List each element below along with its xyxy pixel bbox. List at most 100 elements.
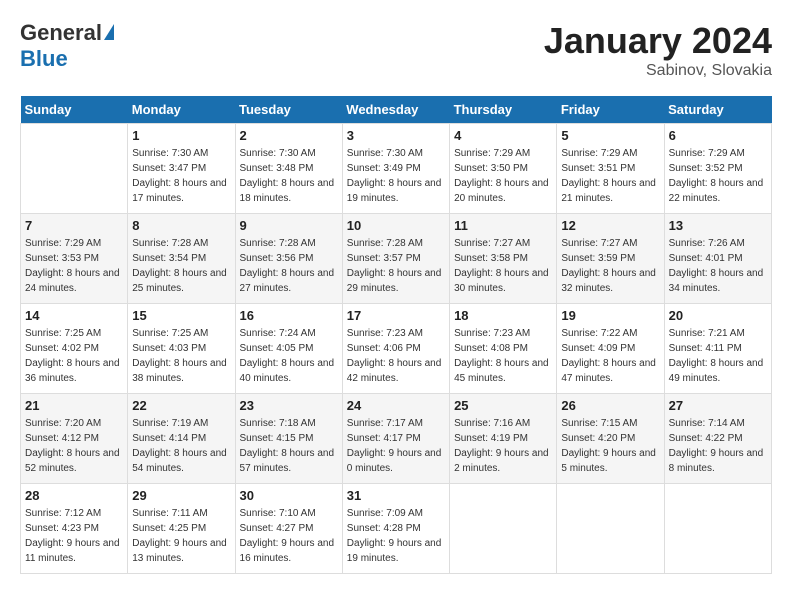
calendar-cell: 11Sunrise: 7:27 AMSunset: 3:58 PMDayligh… — [450, 214, 557, 304]
day-number: 16 — [240, 308, 338, 323]
calendar-cell: 15 Sunrise: 7:25 AMSunset: 4:03 PMDayligh… — [128, 304, 235, 394]
day-info: Sunrise: 7:17 AMSunset: 4:17 PMDaylight:… — [347, 416, 445, 476]
day-number: 3 — [347, 128, 445, 143]
day-number: 10 — [347, 218, 445, 233]
calendar-cell: 10 Sunrise: 7:28 AMSunset: 3:57 PMDayligh… — [342, 214, 449, 304]
day-info: Sunrise: 7:29 AMSunset: 3:53 PMDaylight:… — [25, 236, 123, 296]
day-number: 6 — [669, 128, 767, 143]
logo-blue-text: Blue — [20, 46, 68, 72]
calendar-cell: 13Sunrise: 7:26 AMSunset: 4:01 PMDayligh… — [664, 214, 771, 304]
day-number: 26 — [561, 398, 659, 413]
day-number: 28 — [25, 488, 123, 503]
title-block: January 2024 Sabinov, Slovakia — [544, 20, 772, 80]
day-number: 12 — [561, 218, 659, 233]
day-number: 18 — [454, 308, 552, 323]
calendar-cell: 14 Sunrise: 7:25 AMSunset: 4:02 PMDayligh… — [21, 304, 128, 394]
header-day-tuesday: Tuesday — [235, 96, 342, 124]
day-info: Sunrise: 7:15 AMSunset: 4:20 PMDaylight:… — [561, 416, 659, 476]
day-number: 11 — [454, 218, 552, 233]
day-info: Sunrise: 7:25 AMSunset: 4:02 PMDaylight:… — [25, 326, 123, 386]
day-info: Sunrise: 7:09 AMSunset: 4:28 PMDaylight:… — [347, 506, 445, 566]
day-number: 19 — [561, 308, 659, 323]
day-info: Sunrise: 7:28 AMSunset: 3:54 PMDaylight:… — [132, 236, 230, 296]
day-info: Sunrise: 7:21 AMSunset: 4:11 PMDaylight:… — [669, 326, 767, 386]
week-row-2: 14 Sunrise: 7:25 AMSunset: 4:02 PMDayligh… — [21, 304, 772, 394]
day-number: 25 — [454, 398, 552, 413]
day-number: 23 — [240, 398, 338, 413]
week-row-0: 1 Sunrise: 7:30 AMSunset: 3:47 PMDaylight… — [21, 124, 772, 214]
logo: General Blue — [20, 20, 114, 72]
day-number: 31 — [347, 488, 445, 503]
calendar-cell: 4 Sunrise: 7:29 AMSunset: 3:50 PMDaylight… — [450, 124, 557, 214]
calendar-cell — [664, 484, 771, 574]
calendar-cell: 26 Sunrise: 7:15 AMSunset: 4:20 PMDayligh… — [557, 394, 664, 484]
calendar-cell: 18Sunrise: 7:23 AMSunset: 4:08 PMDayligh… — [450, 304, 557, 394]
day-info: Sunrise: 7:11 AMSunset: 4:25 PMDaylight:… — [132, 506, 230, 566]
calendar-cell — [450, 484, 557, 574]
calendar-cell — [557, 484, 664, 574]
calendar-cell: 28 Sunrise: 7:12 AMSunset: 4:23 PMDayligh… — [21, 484, 128, 574]
logo-triangle-icon — [104, 24, 114, 40]
day-info: Sunrise: 7:28 AMSunset: 3:56 PMDaylight:… — [240, 236, 338, 296]
header-day-friday: Friday — [557, 96, 664, 124]
day-number: 1 — [132, 128, 230, 143]
calendar-cell: 16 Sunrise: 7:24 AMSunset: 4:05 PMDayligh… — [235, 304, 342, 394]
calendar-cell: 17Sunrise: 7:23 AMSunset: 4:06 PMDayligh… — [342, 304, 449, 394]
day-info: Sunrise: 7:30 AMSunset: 3:47 PMDaylight:… — [132, 146, 230, 206]
day-info: Sunrise: 7:28 AMSunset: 3:57 PMDaylight:… — [347, 236, 445, 296]
day-number: 20 — [669, 308, 767, 323]
day-number: 27 — [669, 398, 767, 413]
week-row-4: 28 Sunrise: 7:12 AMSunset: 4:23 PMDayligh… — [21, 484, 772, 574]
day-info: Sunrise: 7:12 AMSunset: 4:23 PMDaylight:… — [25, 506, 123, 566]
calendar-cell: 19 Sunrise: 7:22 AMSunset: 4:09 PMDayligh… — [557, 304, 664, 394]
day-number: 24 — [347, 398, 445, 413]
day-number: 2 — [240, 128, 338, 143]
location-title: Sabinov, Slovakia — [544, 62, 772, 80]
calendar-cell: 29 Sunrise: 7:11 AMSunset: 4:25 PMDayligh… — [128, 484, 235, 574]
day-number: 17 — [347, 308, 445, 323]
day-info: Sunrise: 7:25 AMSunset: 4:03 PMDaylight:… — [132, 326, 230, 386]
day-number: 21 — [25, 398, 123, 413]
day-number: 14 — [25, 308, 123, 323]
day-info: Sunrise: 7:27 AMSunset: 3:59 PMDaylight:… — [561, 236, 659, 296]
calendar-cell: 3Sunrise: 7:30 AMSunset: 3:49 PMDaylight… — [342, 124, 449, 214]
header-day-saturday: Saturday — [664, 96, 771, 124]
day-number: 9 — [240, 218, 338, 233]
day-number: 13 — [669, 218, 767, 233]
calendar-cell: 2 Sunrise: 7:30 AMSunset: 3:48 PMDaylight… — [235, 124, 342, 214]
calendar-cell: 1 Sunrise: 7:30 AMSunset: 3:47 PMDaylight… — [128, 124, 235, 214]
day-info: Sunrise: 7:16 AMSunset: 4:19 PMDaylight:… — [454, 416, 552, 476]
week-row-3: 21 Sunrise: 7:20 AMSunset: 4:12 PMDayligh… — [21, 394, 772, 484]
calendar-cell: 22Sunrise: 7:19 AMSunset: 4:14 PMDayligh… — [128, 394, 235, 484]
day-info: Sunrise: 7:30 AMSunset: 3:48 PMDaylight:… — [240, 146, 338, 206]
day-number: 4 — [454, 128, 552, 143]
header-day-thursday: Thursday — [450, 96, 557, 124]
calendar-cell: 24 Sunrise: 7:17 AMSunset: 4:17 PMDayligh… — [342, 394, 449, 484]
calendar-cell: 25 Sunrise: 7:16 AMSunset: 4:19 PMDayligh… — [450, 394, 557, 484]
calendar-table: SundayMondayTuesdayWednesdayThursdayFrid… — [20, 96, 772, 574]
day-info: Sunrise: 7:29 AMSunset: 3:50 PMDaylight:… — [454, 146, 552, 206]
day-info: Sunrise: 7:29 AMSunset: 3:52 PMDaylight:… — [669, 146, 767, 206]
day-info: Sunrise: 7:29 AMSunset: 3:51 PMDaylight:… — [561, 146, 659, 206]
month-title: January 2024 — [544, 20, 772, 62]
calendar-cell: 27Sunrise: 7:14 AMSunset: 4:22 PMDayligh… — [664, 394, 771, 484]
day-number: 15 — [132, 308, 230, 323]
calendar-cell: 9 Sunrise: 7:28 AMSunset: 3:56 PMDaylight… — [235, 214, 342, 304]
day-info: Sunrise: 7:22 AMSunset: 4:09 PMDaylight:… — [561, 326, 659, 386]
day-number: 30 — [240, 488, 338, 503]
day-number: 5 — [561, 128, 659, 143]
day-number: 29 — [132, 488, 230, 503]
day-info: Sunrise: 7:10 AMSunset: 4:27 PMDaylight:… — [240, 506, 338, 566]
calendar-cell: 12 Sunrise: 7:27 AMSunset: 3:59 PMDayligh… — [557, 214, 664, 304]
day-info: Sunrise: 7:18 AMSunset: 4:15 PMDaylight:… — [240, 416, 338, 476]
calendar-cell: 23 Sunrise: 7:18 AMSunset: 4:15 PMDayligh… — [235, 394, 342, 484]
day-info: Sunrise: 7:20 AMSunset: 4:12 PMDaylight:… — [25, 416, 123, 476]
day-number: 22 — [132, 398, 230, 413]
page-header: General Blue January 2024 Sabinov, Slova… — [20, 20, 772, 80]
day-info: Sunrise: 7:24 AMSunset: 4:05 PMDaylight:… — [240, 326, 338, 386]
calendar-cell: 7Sunrise: 7:29 AMSunset: 3:53 PMDaylight… — [21, 214, 128, 304]
week-row-1: 7Sunrise: 7:29 AMSunset: 3:53 PMDaylight… — [21, 214, 772, 304]
calendar-cell: 20 Sunrise: 7:21 AMSunset: 4:11 PMDayligh… — [664, 304, 771, 394]
day-number: 8 — [132, 218, 230, 233]
calendar-cell: 6 Sunrise: 7:29 AMSunset: 3:52 PMDaylight… — [664, 124, 771, 214]
